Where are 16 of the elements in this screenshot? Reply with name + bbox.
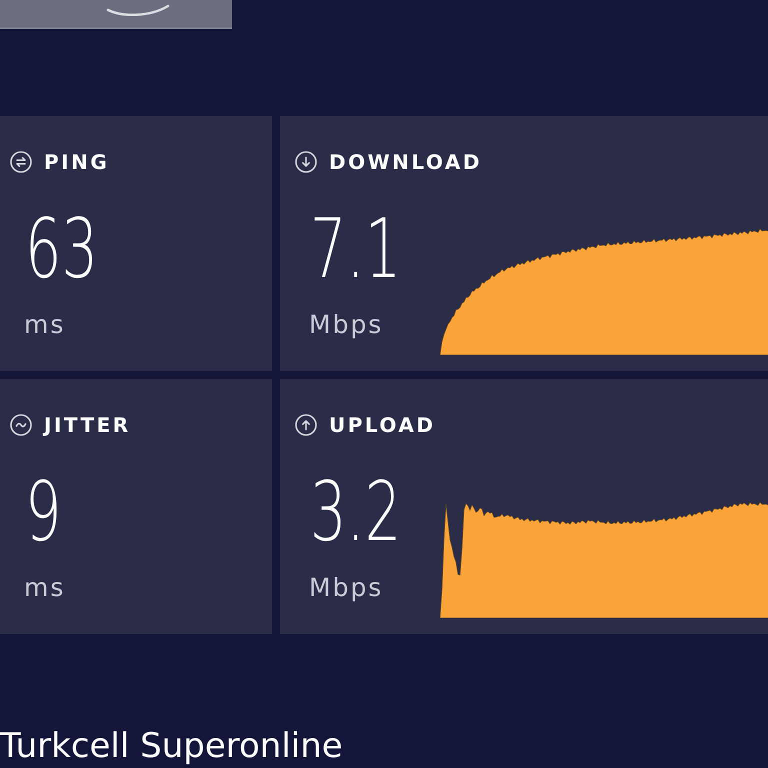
- metric-unit: Mbps: [309, 575, 384, 600]
- metric-label: JITTER: [44, 415, 131, 435]
- metric-label: UPLOAD: [329, 415, 436, 435]
- metric-label: DOWNLOAD: [329, 152, 482, 172]
- metric-unit: ms: [24, 312, 66, 337]
- swap-arrows-icon: [10, 151, 32, 173]
- download-icon: [295, 151, 317, 173]
- metric-value: 3.2: [310, 472, 402, 554]
- metric-unit: Mbps: [309, 312, 384, 337]
- metric-value: 7.1: [310, 209, 402, 291]
- metric-value: 63: [25, 209, 98, 291]
- metric-unit: ms: [24, 575, 66, 600]
- metric-value: 9: [25, 472, 62, 554]
- upload-icon: [295, 414, 317, 436]
- metric-label: PING: [44, 152, 110, 172]
- wave-icon: [10, 414, 32, 436]
